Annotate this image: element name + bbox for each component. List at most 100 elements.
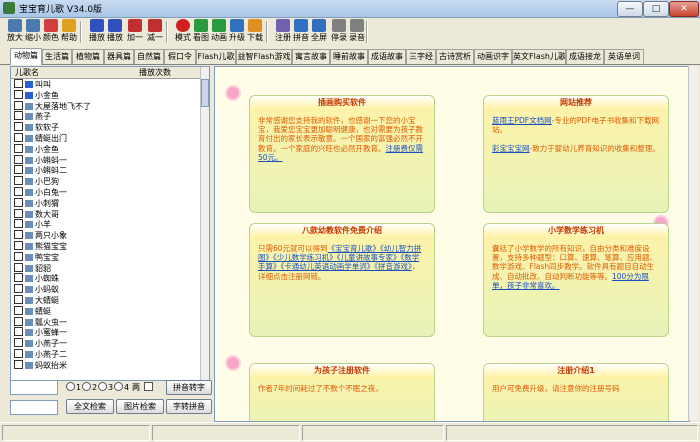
- list-item[interactable]: 小金鱼: [11, 89, 201, 101]
- item-checkbox[interactable]: [14, 154, 23, 164]
- item-checkbox[interactable]: [14, 79, 23, 88]
- list-item[interactable]: 蜻蜓: [11, 305, 201, 317]
- tab-8[interactable]: 寓言故事: [292, 49, 330, 64]
- item-checkbox[interactable]: [14, 284, 23, 294]
- tab-12[interactable]: 古诗赏析: [436, 49, 474, 64]
- list-item[interactable]: 瓢火虫一: [11, 316, 201, 328]
- list-item[interactable]: 小燕子一: [11, 338, 201, 349]
- item-checkbox[interactable]: [14, 359, 23, 369]
- keyword-input[interactable]: [10, 400, 58, 415]
- toolbar-button-7[interactable]: 减一: [144, 19, 166, 45]
- list-item[interactable]: 小蜜蜂一: [11, 327, 201, 338]
- item-checkbox[interactable]: [14, 273, 23, 283]
- list-item[interactable]: 小蝌蚪一: [11, 154, 201, 166]
- column-count-header[interactable]: 播放次数: [139, 67, 171, 78]
- list-item[interactable]: 大屋落地飞不了: [11, 100, 201, 112]
- baby-site-link[interactable]: 彩宝宝宝网: [492, 144, 530, 153]
- tab-5[interactable]: 假口令: [164, 49, 196, 64]
- search-input[interactable]: [10, 380, 58, 395]
- level-radio-3[interactable]: 3: [98, 382, 113, 392]
- list-item[interactable]: 小燕子二: [11, 348, 201, 360]
- item-checkbox[interactable]: [14, 240, 23, 250]
- item-checkbox[interactable]: [14, 219, 23, 229]
- item-checkbox[interactable]: [14, 316, 23, 326]
- list-item[interactable]: 小刺猬: [11, 197, 201, 209]
- list-item[interactable]: 鸭宝宝: [11, 251, 201, 263]
- tab-4[interactable]: 自然篇: [134, 49, 164, 64]
- list-item[interactable]: 叫叫: [11, 79, 201, 90]
- tab-0[interactable]: 动物篇: [10, 48, 42, 65]
- item-checkbox[interactable]: [14, 327, 23, 337]
- picture-icon: [25, 124, 33, 132]
- column-name-header[interactable]: 儿歌名: [15, 67, 39, 78]
- item-checkbox[interactable]: [14, 338, 23, 348]
- item-checkbox[interactable]: [14, 111, 23, 121]
- minimize-button[interactable]: —: [617, 1, 643, 17]
- list-item[interactable]: 小蚂蚁: [11, 284, 201, 295]
- level-radio-4[interactable]: 4: [114, 382, 129, 392]
- tab-1[interactable]: 生活篇: [42, 49, 72, 64]
- item-checkbox[interactable]: [14, 165, 23, 175]
- list-item[interactable]: 小金鱼: [11, 143, 201, 155]
- list-item[interactable]: 软软子: [11, 122, 201, 133]
- pinyin-to-char-button[interactable]: 拼音转字: [166, 380, 212, 395]
- list-item[interactable]: 大蜻蜓: [11, 294, 201, 306]
- item-checkbox[interactable]: [14, 230, 23, 240]
- option-checkbox[interactable]: [144, 382, 154, 392]
- level-radio-1[interactable]: 1: [66, 382, 81, 392]
- status-panel: [446, 425, 698, 441]
- list-item[interactable]: 小蜘蛛: [11, 273, 201, 284]
- item-checkbox[interactable]: [14, 132, 23, 142]
- tab-3[interactable]: 器具篇: [104, 49, 134, 64]
- radio-label: 1: [76, 383, 82, 392]
- list-item[interactable]: 数大哥: [11, 208, 201, 220]
- item-checkbox[interactable]: [14, 89, 23, 99]
- fulltext-search-button[interactable]: 全文检索: [66, 399, 114, 414]
- tab-10[interactable]: 成语故事: [368, 49, 406, 64]
- scroll-thumb[interactable]: [201, 79, 209, 107]
- list-item[interactable]: 小蝌蚪二: [11, 165, 201, 176]
- char-to-pinyin-button[interactable]: 字转拼音: [166, 399, 212, 414]
- list-item[interactable]: 熊猫宝宝: [11, 240, 201, 252]
- tab-6[interactable]: Flash儿歌: [196, 49, 236, 64]
- item-checkbox[interactable]: [14, 208, 23, 218]
- toolbar-button-3[interactable]: 帮助: [58, 19, 80, 45]
- item-checkbox[interactable]: [14, 348, 23, 358]
- item-checkbox[interactable]: [14, 100, 23, 110]
- tab-7[interactable]: 益智Flash游戏: [236, 49, 292, 64]
- item-checkbox[interactable]: [14, 143, 23, 153]
- maximize-button[interactable]: □: [643, 1, 669, 17]
- list-item[interactable]: 小巴狗: [11, 176, 201, 187]
- tab-14[interactable]: 英文Flash儿歌: [512, 49, 566, 64]
- item-checkbox[interactable]: [14, 186, 23, 196]
- tab-16[interactable]: 英语单词: [604, 49, 644, 64]
- item-checkbox[interactable]: [14, 176, 23, 186]
- item-label: 软软子: [35, 123, 59, 133]
- tab-15[interactable]: 成语接龙: [566, 49, 604, 64]
- tab-2[interactable]: 植物篇: [72, 49, 104, 64]
- list-item[interactable]: 蚂蚁抬米: [11, 359, 201, 371]
- close-button[interactable]: ✕: [669, 1, 699, 17]
- item-checkbox[interactable]: [14, 294, 23, 304]
- image-search-button[interactable]: 图片检索: [116, 399, 164, 414]
- list-item[interactable]: 两只小象: [11, 230, 201, 241]
- pdf-site-link[interactable]: 蓝雨王PDF文档网: [492, 116, 552, 125]
- list-scrollbar[interactable]: [200, 67, 209, 380]
- item-checkbox[interactable]: [14, 197, 23, 207]
- list-item[interactable]: 小白兔一: [11, 186, 201, 198]
- item-checkbox[interactable]: [14, 305, 23, 315]
- tab-13[interactable]: 动画识字: [474, 49, 512, 64]
- item-checkbox[interactable]: [14, 122, 23, 132]
- tab-11[interactable]: 三字经: [406, 49, 436, 64]
- item-checkbox[interactable]: [14, 251, 23, 261]
- list-item[interactable]: 小羊: [11, 219, 201, 230]
- item-checkbox[interactable]: [14, 262, 23, 272]
- tab-9[interactable]: 睡前故事: [330, 49, 368, 64]
- content-scrollbar[interactable]: [688, 66, 698, 420]
- level-radio-2[interactable]: 2: [82, 382, 97, 392]
- list-item[interactable]: 貂貂: [11, 262, 201, 274]
- list-item[interactable]: 蜻蜓出门: [11, 132, 201, 144]
- toolbar-button-12[interactable]: 下载: [244, 19, 266, 45]
- toolbar-button-17[interactable]: 录音: [346, 19, 368, 45]
- list-item[interactable]: 燕子: [11, 111, 201, 122]
